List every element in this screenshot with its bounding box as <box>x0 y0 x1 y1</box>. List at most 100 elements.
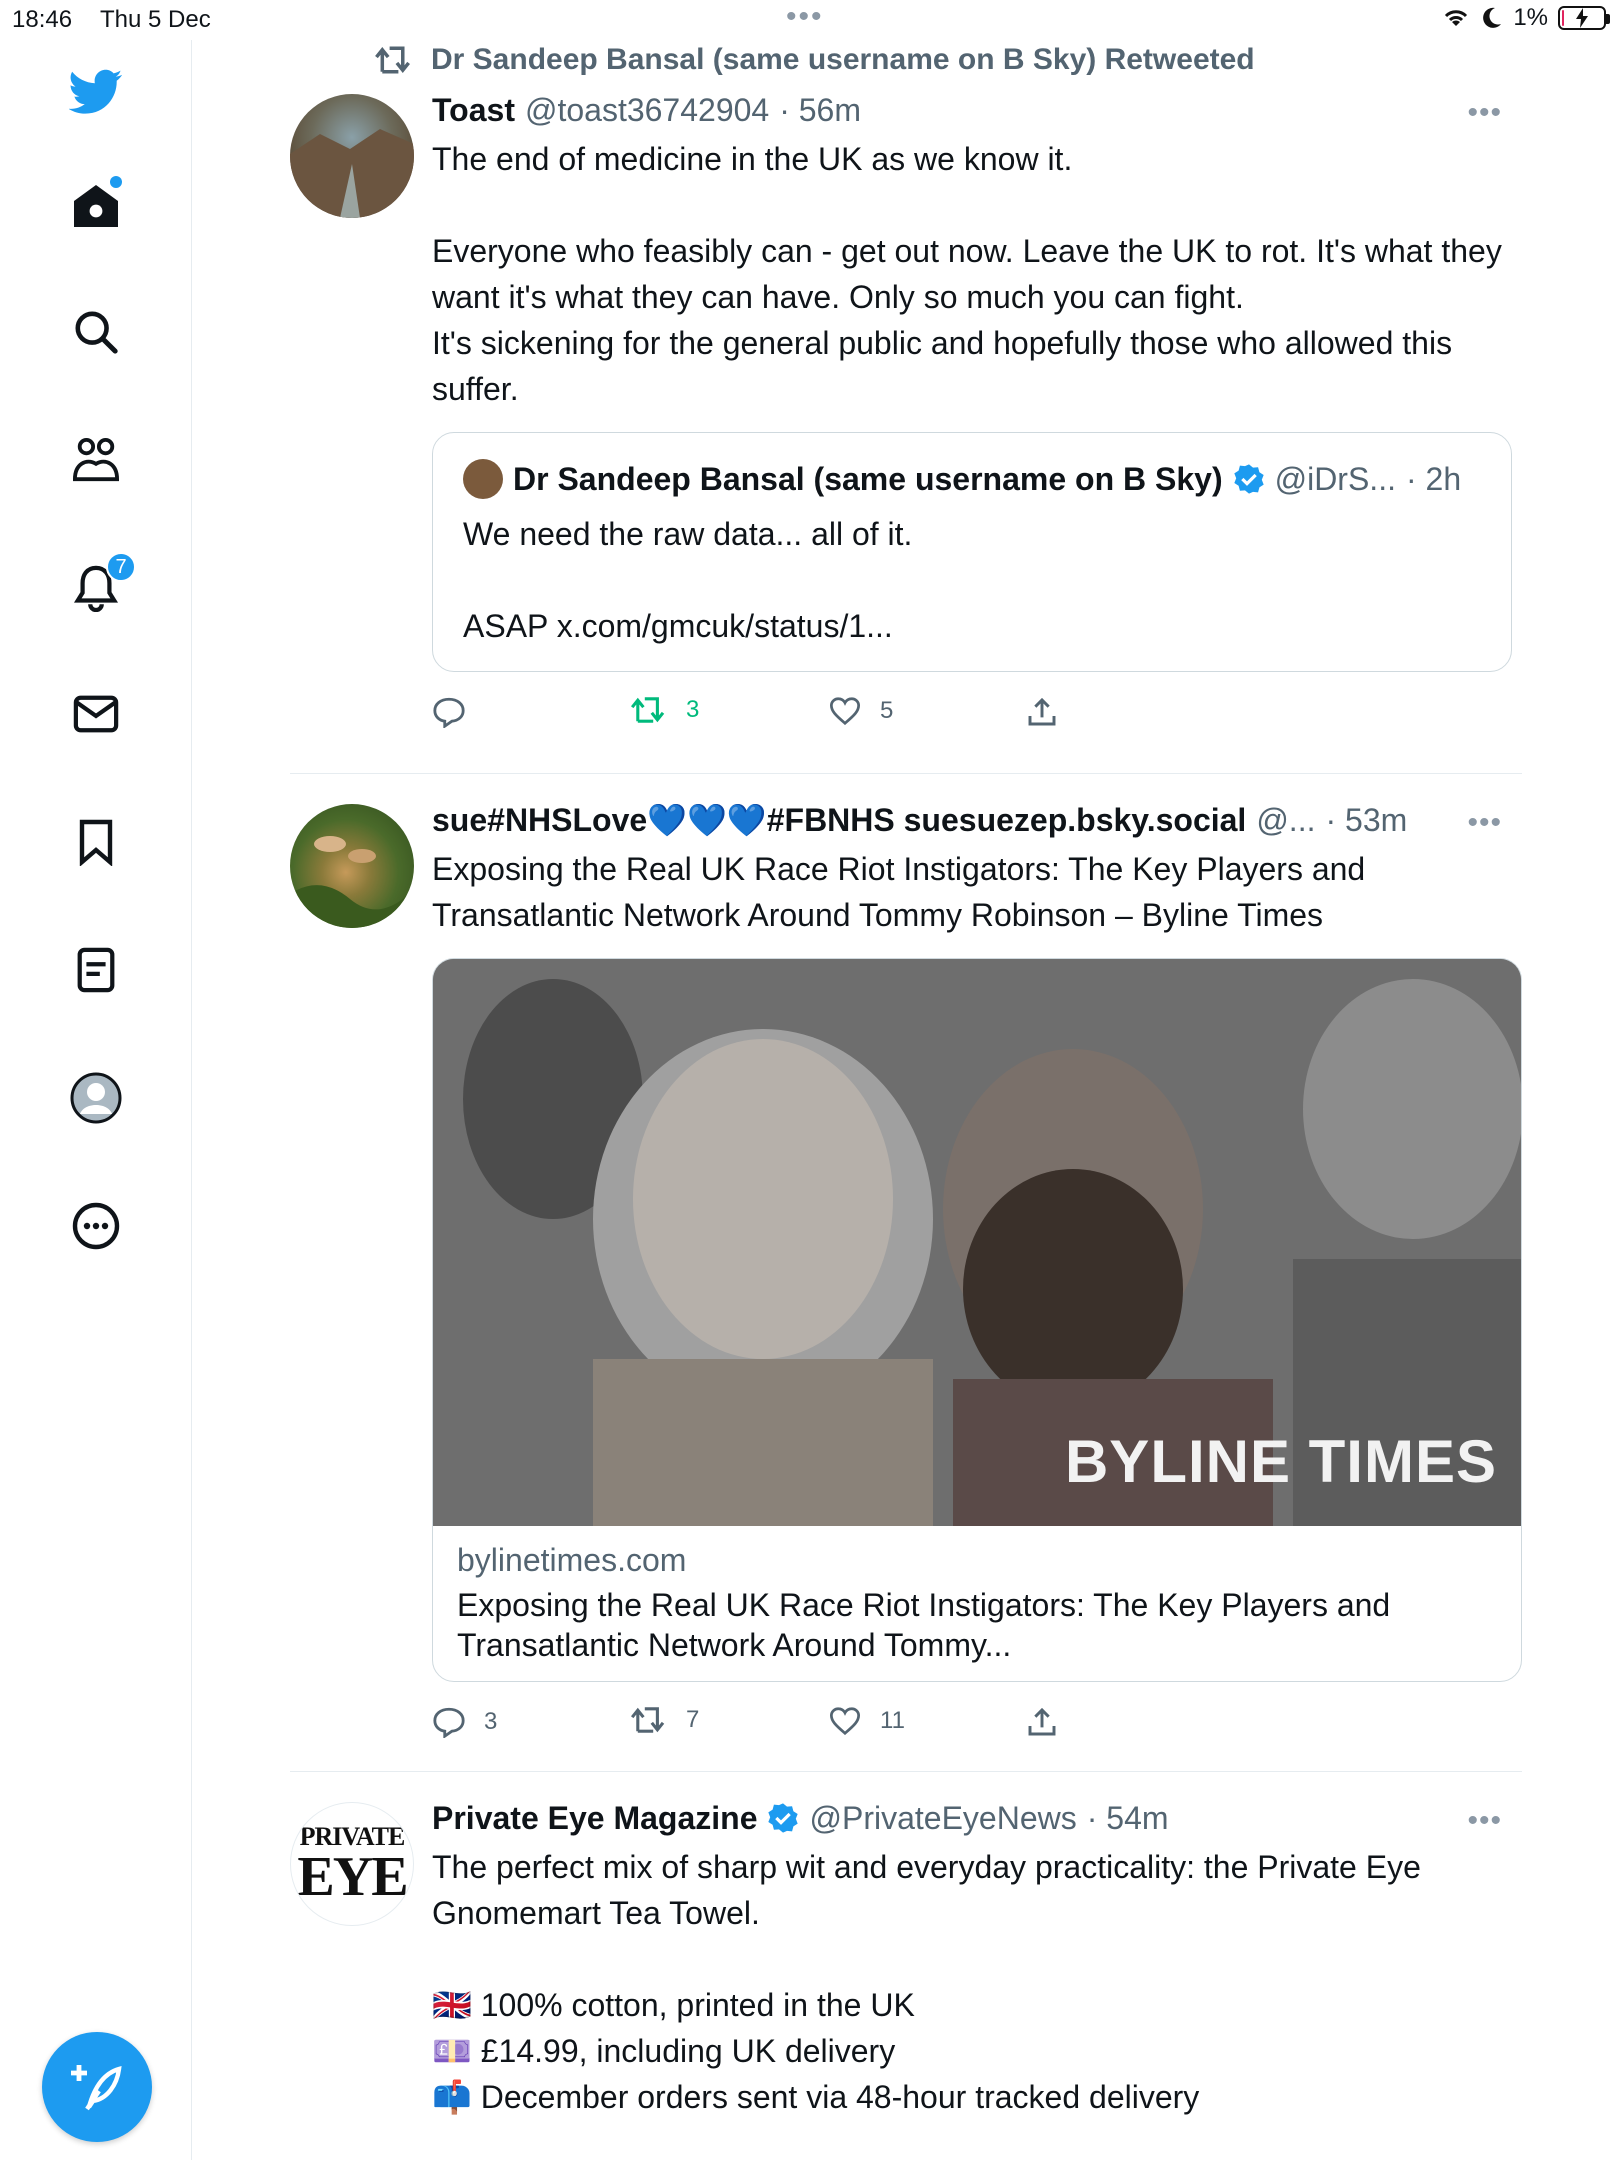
tweet-text-line: 📫 December orders sent via 48-hour track… <box>432 2079 1200 2115</box>
twitter-logo-icon[interactable] <box>66 62 126 122</box>
tweet-text-line: Everyone who feasibly can - get out now.… <box>432 233 1502 315</box>
status-bar: 18:46 Thu 5 Dec ••• 1% <box>0 0 1620 40</box>
retweet-button[interactable]: 3 <box>630 696 699 724</box>
tweet-time[interactable]: · 53m <box>1325 802 1407 839</box>
byline-times-watermark: BYLINE TIMES <box>1064 1428 1497 1495</box>
tweet-header: Private Eye Magazine @PrivateEyeNews · 5… <box>432 1796 1512 1840</box>
tweet-text: The end of medicine in the UK as we know… <box>432 136 1512 412</box>
tweet-divider <box>290 1771 1522 1772</box>
retweet-count: 7 <box>686 1706 700 1733</box>
battery-icon <box>1558 6 1610 30</box>
wifi-icon <box>1445 10 1468 26</box>
status-time: 18:46 <box>12 6 73 33</box>
quoted-tweet-header: Dr Sandeep Bansal (same username on B Sk… <box>463 459 1481 499</box>
tweet-actions: 3 7 11 <box>432 1696 1512 1756</box>
tweet-text-line: 💷 £14.99, including UK delivery <box>432 2033 896 2069</box>
battery-percent: 1% <box>1513 4 1548 31</box>
quoted-text-line <box>463 557 1481 603</box>
author-handle[interactable]: @PrivateEyeNews <box>809 1800 1076 1837</box>
reply-button[interactable] <box>432 696 484 728</box>
retweet-banner[interactable]: Dr Sandeep Bansal (same username on B Sk… <box>375 40 1255 80</box>
bookmarks-icon[interactable] <box>66 812 126 872</box>
reply-count: 3 <box>484 1708 498 1735</box>
compose-feather-icon <box>71 2065 122 2111</box>
retweet-button[interactable]: 7 <box>630 1706 699 1734</box>
tweet-text-line: Exposing the Real UK Race Riot Instigato… <box>432 851 1366 933</box>
quoted-avatar <box>463 459 503 499</box>
tweet-text-line: The end of medicine in the UK as we know… <box>432 141 1073 177</box>
link-card-title: Exposing the Real UK Race Riot Instigato… <box>457 1587 1391 1663</box>
communities-icon[interactable] <box>66 430 126 490</box>
lists-icon[interactable] <box>66 940 126 1000</box>
tweet-text-line <box>432 1936 1512 1982</box>
search-icon[interactable] <box>66 302 126 362</box>
tweet-actions: 3 5 <box>432 686 1512 746</box>
like-count: 11 <box>880 1707 905 1734</box>
avatar[interactable] <box>290 804 414 928</box>
share-icon <box>1028 1707 1056 1736</box>
avatar-logo-line2: EYE <box>297 1846 408 1908</box>
notifications-badge: 7 <box>106 552 136 582</box>
home-unread-dot <box>110 176 122 188</box>
notifications-bell-icon[interactable]: 7 <box>66 552 136 618</box>
quoted-author-name: Dr Sandeep Bansal (same username on B Sk… <box>513 460 1223 497</box>
retweet-banner-text: Dr Sandeep Bansal (same username on B Sk… <box>431 43 1255 76</box>
tweet-text-line: 🇬🇧 100% cotton, printed in the UK <box>432 1987 915 2023</box>
compose-tweet-button[interactable] <box>42 2032 152 2142</box>
reply-icon <box>433 1707 465 1738</box>
battery-fill <box>1562 10 1564 26</box>
author-name[interactable]: sue#NHSLove💙💙💙#FBNHS suesuezep.bsky.soci… <box>432 801 1246 839</box>
share-button[interactable] <box>1026 696 1058 728</box>
verified-badge-icon <box>768 1803 799 1833</box>
author-handle[interactable]: @toast36742904 <box>525 92 769 129</box>
tweet-text-line: The perfect mix of sharp wit and everyda… <box>432 1849 1421 1931</box>
tweet-text: The perfect mix of sharp wit and everyda… <box>432 1844 1512 2120</box>
moon-icon <box>1483 7 1502 28</box>
link-card-domain: bylinetimes.com <box>457 1542 687 1578</box>
tweet-text: Exposing the Real UK Race Riot Instigato… <box>432 846 1512 938</box>
status-date: Thu 5 Dec <box>100 6 211 33</box>
avatar[interactable] <box>290 94 414 218</box>
like-button[interactable]: 11 <box>828 1706 905 1736</box>
tweet-time[interactable]: · 54m <box>1087 1800 1169 1837</box>
like-count: 5 <box>880 697 894 724</box>
avatar[interactable]: PRIVATE EYE <box>290 1802 414 1926</box>
author-name[interactable]: Private Eye Magazine <box>432 1800 757 1837</box>
tweet-header: Toast @toast36742904 · 56m <box>432 88 1512 132</box>
retweet-count: 3 <box>686 696 700 723</box>
like-button[interactable]: 5 <box>828 696 893 726</box>
quoted-tweet[interactable]: Dr Sandeep Bansal (same username on B Sk… <box>432 432 1512 672</box>
sidebar: 7 <box>0 40 192 2160</box>
multitasking-dots-icon[interactable]: ••• <box>786 0 824 34</box>
quoted-text-line: We need the raw data... all of it. <box>463 516 913 552</box>
heart-icon <box>829 1707 861 1736</box>
heart-icon <box>829 697 861 726</box>
status-right: 1% <box>1441 4 1610 32</box>
quoted-tweet-time: · 2h <box>1405 460 1462 497</box>
retweet-icon <box>375 46 410 74</box>
tweet-text-line <box>432 182 1512 228</box>
tweet-time[interactable]: · 56m <box>779 92 861 129</box>
share-button[interactable] <box>1026 1706 1058 1738</box>
profile-avatar-icon[interactable] <box>66 1068 126 1128</box>
verified-badge-icon <box>1233 464 1264 494</box>
charging-bolt-icon <box>1576 8 1588 28</box>
quoted-text-line: ASAP x.com/gmcuk/status/1... <box>463 608 893 644</box>
home-icon[interactable] <box>66 176 126 236</box>
author-name[interactable]: Toast <box>432 92 515 129</box>
link-card-image[interactable]: BYLINE TIMES <box>433 959 1521 1526</box>
messages-mail-icon[interactable] <box>66 684 126 744</box>
more-options-icon[interactable] <box>66 1196 126 1256</box>
tweet-divider <box>290 773 1522 774</box>
more-menu-icon[interactable]: ••• <box>1467 1804 1502 1838</box>
quoted-author-handle: @iDrS... <box>1274 460 1396 497</box>
tweet-header: sue#NHSLove💙💙💙#FBNHS suesuezep.bsky.soci… <box>432 798 1512 842</box>
reply-icon <box>433 697 465 728</box>
more-menu-icon[interactable]: ••• <box>1467 96 1502 130</box>
more-menu-icon[interactable]: ••• <box>1467 806 1502 840</box>
tweet-text-line: It's sickening for the general public an… <box>432 325 1453 407</box>
author-handle[interactable]: @... <box>1256 802 1315 839</box>
reply-button[interactable]: 3 <box>432 1706 497 1738</box>
quoted-tweet-text: We need the raw data... all of it. ASAP … <box>463 511 1481 649</box>
link-card[interactable]: BYLINE TIMES bylinetimes.com Exposing th… <box>432 958 1522 1682</box>
